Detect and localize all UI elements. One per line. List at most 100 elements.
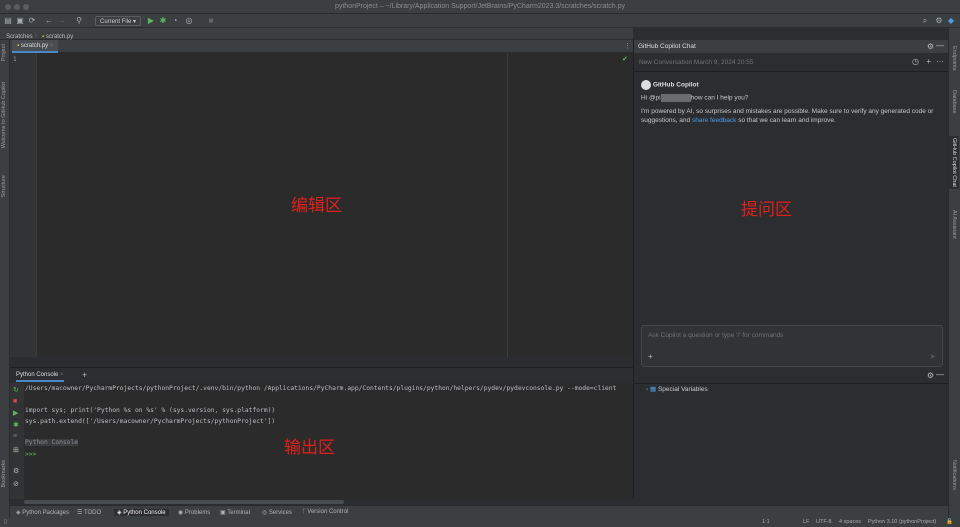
interpreter[interactable]: Python 3.10 (pythonProject) [868,519,936,525]
console-banner: Python Console [25,439,79,446]
vcs-icon[interactable]: ⚲ [74,16,84,25]
variables-icon[interactable]: ⊞ [13,446,19,454]
tool-python-console[interactable]: ◈ Python Console [114,509,169,516]
run-config-select[interactable]: Current File ▾ [95,16,142,26]
new-chat-icon[interactable]: + [926,57,931,66]
stripe-endpoints[interactable]: Endpoints [951,46,957,70]
debug-icon[interactable]: ✱ [13,421,19,429]
console-annotation: 输出区 [284,438,335,457]
stripe-structure[interactable]: Structure [1,175,7,197]
add-console-icon[interactable]: + [82,370,87,380]
tab-scratch-py[interactable]: ▪ scratch.py × [12,40,59,53]
open-icon[interactable]: ▤ [3,16,13,25]
history-icon[interactable]: ◷ [912,57,919,66]
layout-icon[interactable]: ▯ [4,519,7,525]
history-icon[interactable]: ≡ [13,433,17,440]
copilot-chat-panel: GitHub Copilot Chat ⚙ — New Conversation… [633,40,948,367]
more-icon[interactable]: ⋮ [624,42,631,50]
debug-icon[interactable]: ✱ [158,16,168,25]
chat-annotation: 提问区 [741,200,792,219]
right-margin-guide [507,53,508,357]
chat-input-placeholder: Ask Copilot a question or type '/' for c… [648,332,784,339]
expand-icon[interactable]: › [646,386,648,393]
file-encoding[interactable]: UTF-8 [816,519,832,525]
chat-message: GitHub Copilot Hi @pi how can I help you?… [634,72,948,133]
tool-todo[interactable]: ☰ TODO [77,509,101,516]
tool-version-control[interactable]: ᚴ Version Control [302,509,348,515]
window-title: pythonProject – ~/Library/Application Su… [334,3,626,10]
editor-tabs: ▪ scratch.py × ⋮ [10,40,633,53]
minimize-icon[interactable]: — [936,370,944,379]
greeting-suffix: how can I help you? [690,94,749,102]
tool-services[interactable]: ◎ Services [262,509,292,516]
tab-python-console[interactable]: Python Console × [16,372,64,382]
python-console[interactable]: ↻ ■ ▶ ✱ ≡ ⊞ ⚙ ⊘ /Users/macowner/PycharmP… [10,383,633,504]
send-icon[interactable]: ➤ [929,352,936,361]
horizontal-scrollbar[interactable] [24,500,344,504]
close-tab-icon[interactable]: × [50,43,54,49]
panel-title: GitHub Copilot Chat [638,43,696,50]
search-icon[interactable]: ⌕ [920,16,930,26]
tool-python-packages[interactable]: ◈ Python Packages [16,509,69,516]
close-tab-icon[interactable]: × [60,372,64,378]
rerun-icon[interactable]: ↻ [13,386,19,394]
console-line: /Users/macowner/PycharmProjects/pythonPr… [25,385,617,392]
redacted-username [660,94,691,103]
breadcrumb: Scratches 〉 ▪ scratch.py [0,28,633,40]
gear-icon[interactable]: ⚙ [927,371,934,380]
status-bar: ▯ 1:1 LF UTF-8 4 spaces Python 3.10 (pyt… [0,518,960,527]
stripe-welcome-copilot[interactable]: Welcome to GitHub Copilot [1,82,7,148]
stripe-copilot-chat[interactable]: GitHub Copilot Chat [949,136,959,189]
attach-debugger-icon[interactable]: ⊘ [13,480,19,488]
run-icon[interactable]: ▶ [146,16,156,25]
title-bar: pythonProject – ~/Library/Application Su… [0,0,960,14]
toolbox-icon[interactable]: ◆ [946,16,956,25]
special-variables-node[interactable]: › ▦ Special Variables [646,385,708,393]
sender-name: GitHub Copilot [652,81,699,89]
profile-icon[interactable]: ◎ [184,16,194,25]
stripe-ai-assistant[interactable]: AI Assistant [951,210,957,239]
editor-annotation: 编辑区 [291,196,342,215]
stripe-bookmarks[interactable]: Bookmarks [1,460,7,488]
caret-position[interactable]: 1:1 [762,519,770,525]
stripe-notifications[interactable]: Notifications [951,460,957,490]
back-icon[interactable]: ← [44,16,54,25]
node-label: Special Variables [657,386,708,393]
attach-icon[interactable]: + [648,352,653,361]
stripe-database[interactable]: Database [951,90,957,114]
stop-icon[interactable]: ■ [13,398,17,405]
tab-label: Python Console [16,372,59,378]
tab-label: scratch.py [20,43,49,49]
settings-icon[interactable]: ⚙ [934,16,944,25]
minimize-icon[interactable]: — [936,41,944,50]
sync-icon[interactable]: ⟳ [27,16,37,25]
tool-terminal[interactable]: ▣ Terminal [220,509,250,516]
tool-window-bar: ◈ Python Packages ☰ TODO ◈ Python Consol… [10,505,948,518]
console-toolbar: ↻ ■ ▶ ✱ ≡ ⊞ ⚙ ⊘ [10,383,24,499]
share-feedback-link[interactable]: share feedback [692,117,736,124]
check-icon: ✔ [622,56,628,63]
indent-setting[interactable]: 4 spaces [839,519,861,525]
more-icon[interactable]: ··· [936,57,944,66]
panel-header: GitHub Copilot Chat ⚙ — [634,40,948,53]
coverage-icon[interactable]: ◔ [170,16,180,25]
gear-icon[interactable]: ⚙ [927,42,934,51]
code-editor[interactable]: 1 ✔ 编辑区 [10,53,633,357]
line-number: 1 [13,56,17,63]
settings-icon[interactable]: ⚙ [13,467,19,475]
disclaimer-end: so that we can learn and improve. [738,116,836,124]
execute-icon[interactable]: ▶ [13,409,18,417]
save-icon[interactable]: ▣ [15,16,25,25]
copilot-avatar-icon [641,80,651,90]
stop-icon[interactable]: ■ [206,16,216,25]
tool-problems[interactable]: ◉ Problems [178,509,210,516]
chat-input[interactable]: Ask Copilot a question or type '/' for c… [641,325,943,367]
line-separator[interactable]: LF [803,519,809,525]
greeting-prefix: Hi @pi [641,94,661,102]
main-toolbar: ▤ ▣ ⟳ ← → ⚲ Current File ▾ ▶ ✱ ◔ ◎ ■ ⌕ ⚙… [0,14,960,28]
console-tabs: Python Console × + [10,367,633,383]
stripe-project[interactable]: Project [1,44,7,61]
conversation-header: New Conversation March 9, 2024 20:55 ◷ +… [634,53,948,72]
forward-icon[interactable]: → [57,16,67,25]
lock-icon[interactable]: 🔓 [946,519,953,525]
